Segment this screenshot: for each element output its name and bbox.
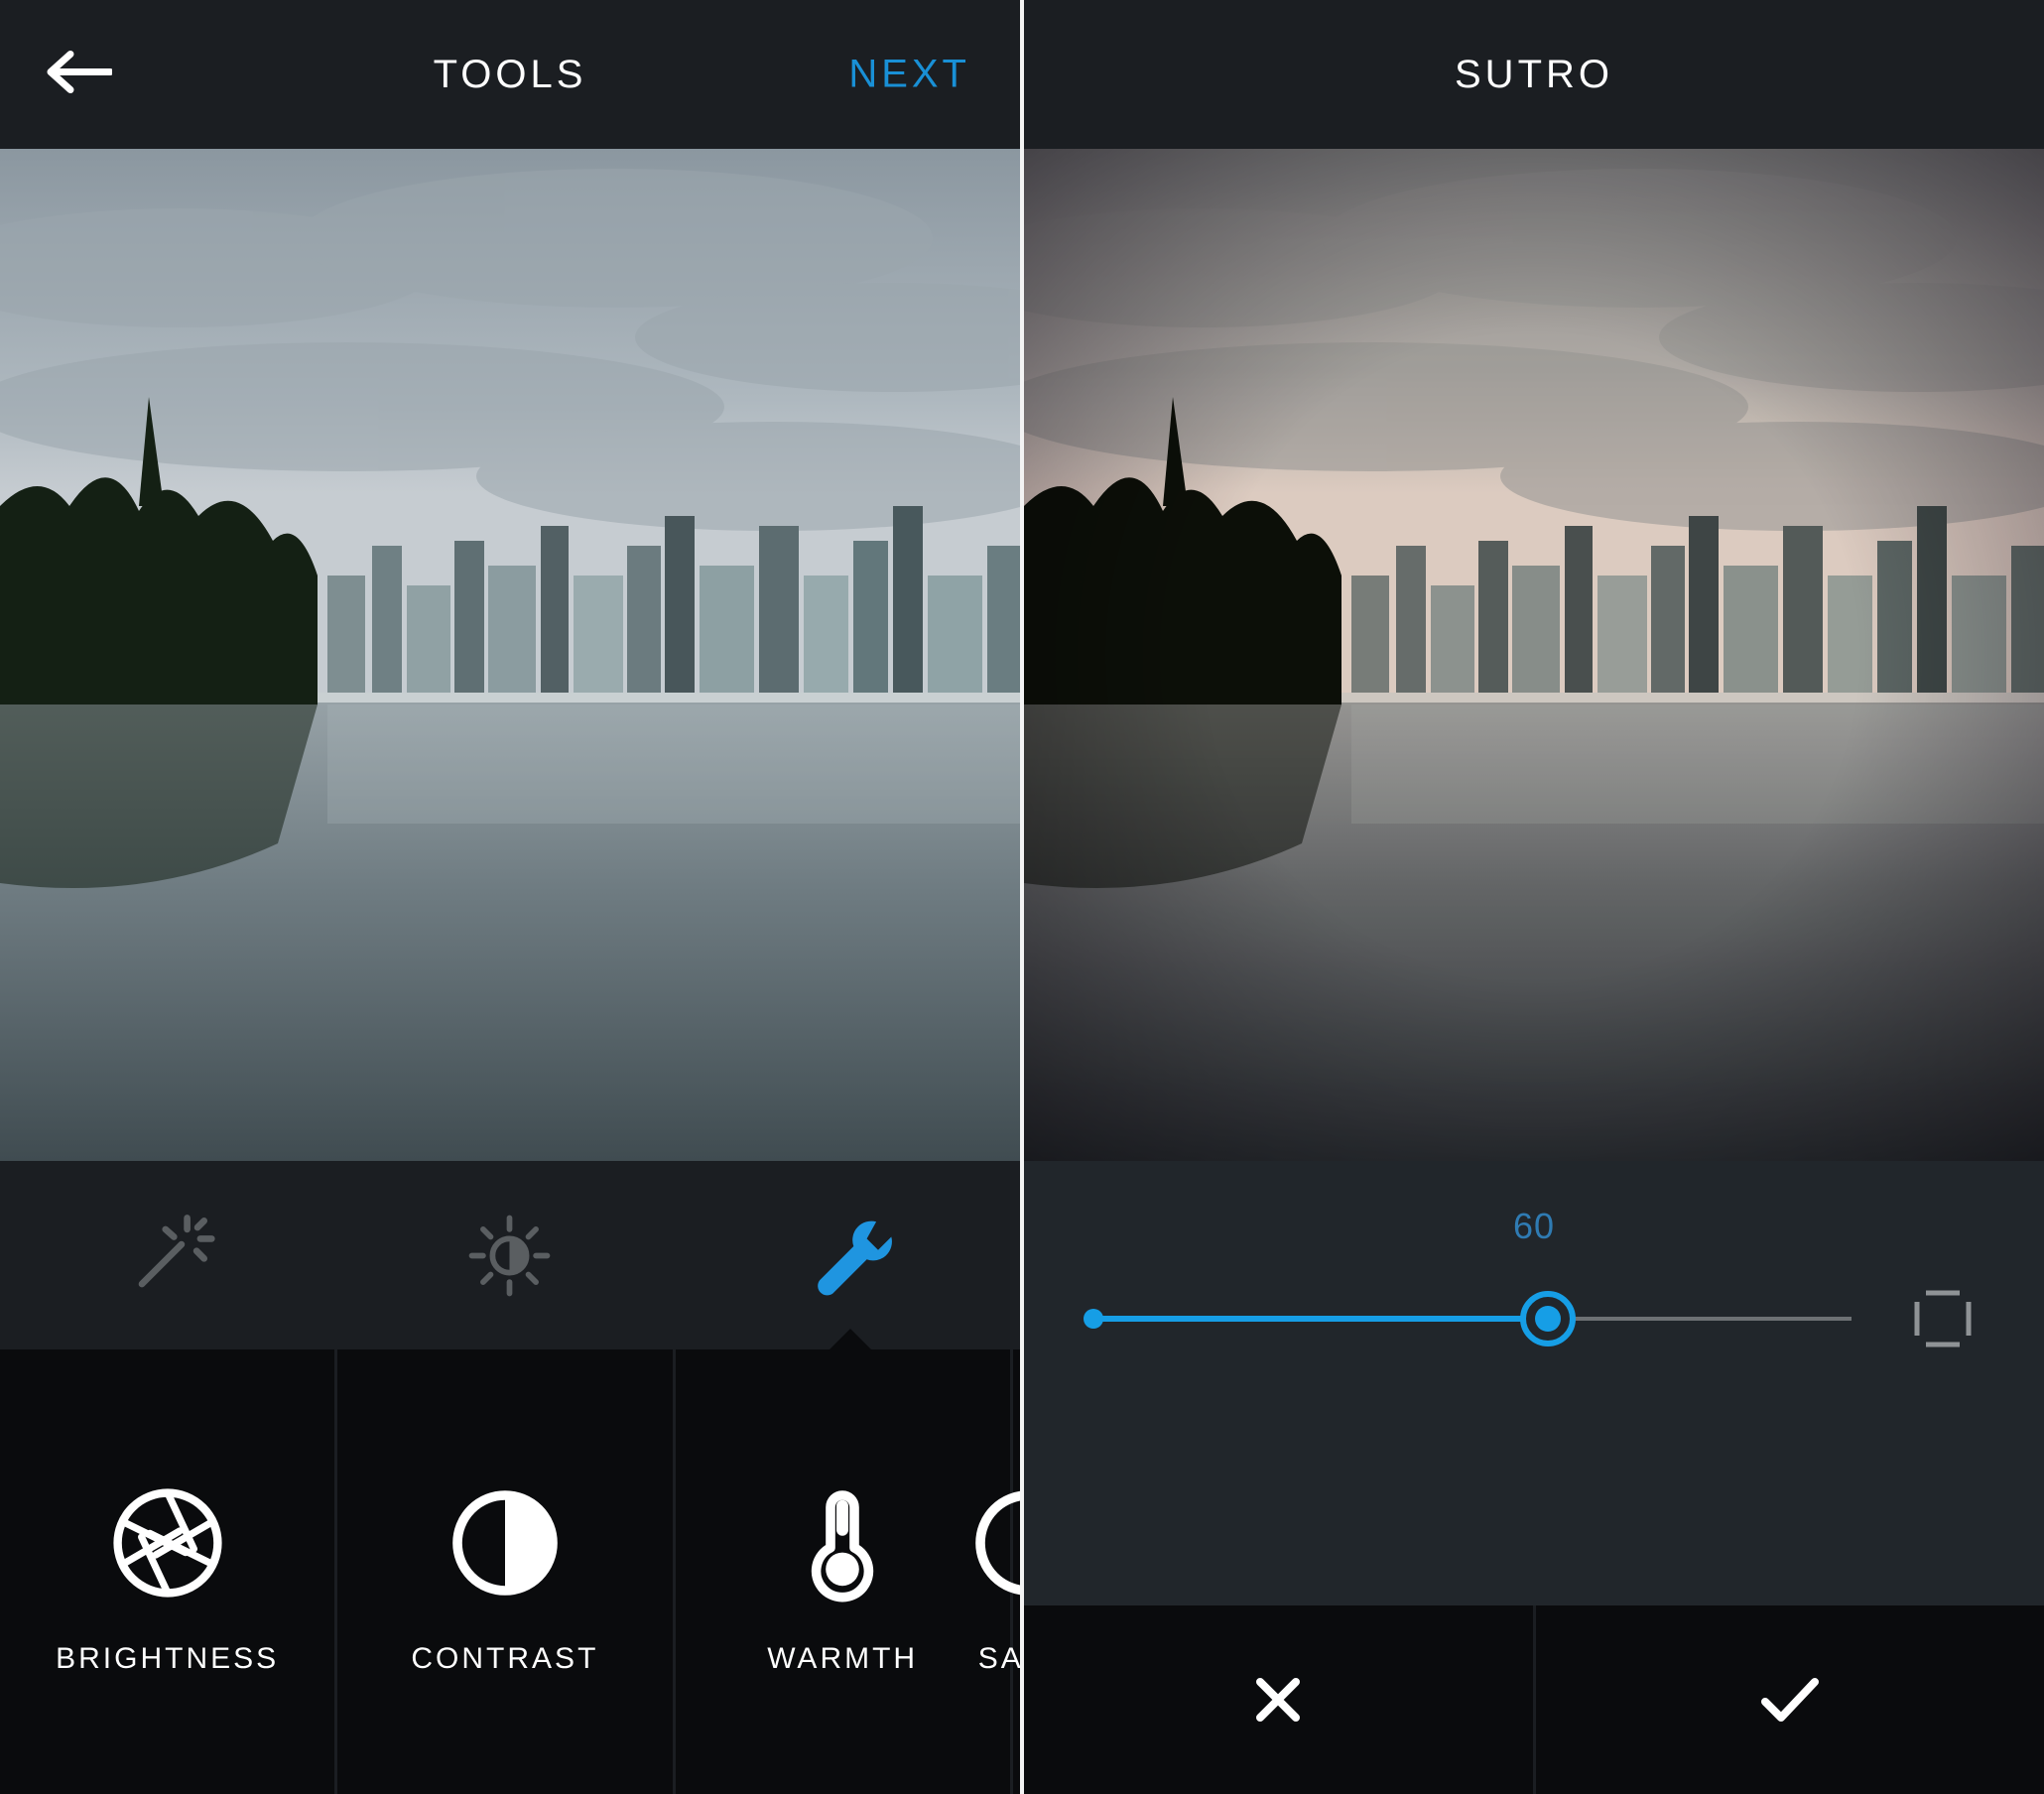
tool-contrast[interactable]: CONTRAST — [337, 1349, 675, 1794]
aperture-icon — [108, 1483, 227, 1602]
filter-strength-screen: SUTRO — [1024, 0, 2044, 1794]
page-title: TOOLS — [434, 53, 587, 97]
tools-header: TOOLS NEXT — [0, 0, 1020, 149]
slider-track-fill — [1093, 1316, 1548, 1322]
thermometer-icon — [783, 1483, 902, 1602]
contrast-icon — [446, 1483, 565, 1602]
tool-label: WARMTH — [767, 1642, 918, 1676]
tab-tools-wrench[interactable] — [803, 1209, 897, 1303]
photo-preview[interactable] — [0, 149, 1020, 1161]
filter-strength-slider[interactable] — [1093, 1289, 1852, 1348]
close-icon — [1248, 1670, 1308, 1730]
tools-editor-screen: TOOLS NEXT — [0, 0, 1020, 1794]
magic-wand-icon — [123, 1209, 217, 1303]
slider-value-label: 60 — [1024, 1161, 2044, 1247]
tool-label: CONTRAST — [411, 1642, 598, 1676]
next-button[interactable]: NEXT — [848, 53, 970, 97]
cancel-button[interactable] — [1024, 1605, 1536, 1794]
check-icon — [1755, 1670, 1825, 1730]
frame-icon — [1911, 1287, 1975, 1350]
slider-thumb[interactable] — [1520, 1291, 1576, 1346]
lux-icon — [462, 1209, 557, 1303]
tool-brightness[interactable]: BRIGHTNESS — [0, 1349, 337, 1794]
tool-warmth[interactable]: WARMTH — [676, 1349, 1013, 1794]
slider-start-dot — [1084, 1309, 1103, 1329]
tool-strip[interactable]: BRIGHTNESS CONTRAST WARMTH — [0, 1349, 1020, 1794]
edit-mode-tabs — [0, 1161, 1020, 1349]
filter-header: SUTRO — [1024, 0, 2044, 149]
tool-label: BRIGHTNESS — [56, 1642, 279, 1676]
wrench-icon — [803, 1209, 897, 1303]
confirm-button[interactable] — [1536, 1605, 2044, 1794]
arrow-left-icon — [45, 49, 112, 96]
tool-saturation[interactable]: SATU — [1013, 1349, 1020, 1794]
frame-toggle[interactable] — [1911, 1287, 1975, 1350]
photo-preview-filtered[interactable] — [1024, 149, 2044, 1161]
tab-magic-wand[interactable] — [123, 1209, 217, 1303]
saturation-icon — [968, 1483, 1020, 1602]
active-tab-pointer — [829, 1329, 872, 1350]
tab-lux[interactable] — [462, 1209, 557, 1303]
filter-slider-panel: 60 — [1024, 1161, 2044, 1794]
page-title: SUTRO — [1455, 53, 1613, 97]
confirm-bar — [1024, 1605, 2044, 1794]
tool-label: SATU — [978, 1642, 1020, 1676]
back-button[interactable] — [45, 49, 112, 101]
